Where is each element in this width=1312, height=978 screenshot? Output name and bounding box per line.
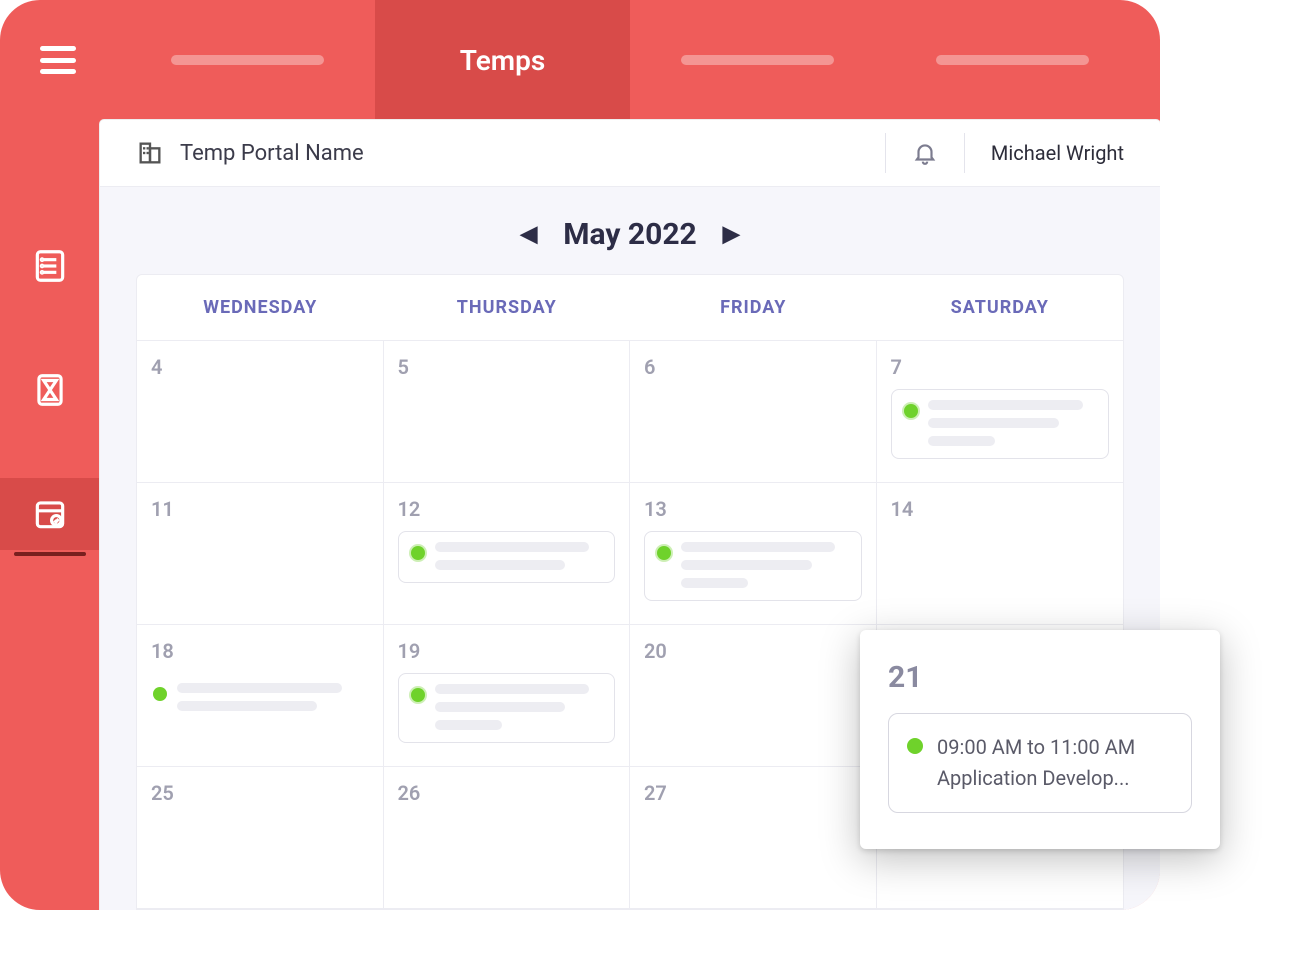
day-number: 7 bbox=[891, 355, 1110, 379]
day-number: 13 bbox=[644, 497, 862, 521]
divider bbox=[885, 133, 886, 173]
day-cell[interactable]: 19 bbox=[384, 625, 631, 767]
day-number: 14 bbox=[891, 497, 1110, 521]
divider bbox=[964, 133, 965, 173]
dow-header: THURSDAY bbox=[384, 275, 631, 341]
day-cell[interactable]: 4 bbox=[137, 341, 384, 483]
bell-icon[interactable] bbox=[912, 140, 938, 166]
tab-row: Temps bbox=[120, 0, 1140, 120]
event-card[interactable] bbox=[644, 531, 862, 601]
day-cell[interactable]: 12 bbox=[384, 483, 631, 625]
day-number: 25 bbox=[151, 781, 369, 805]
day-cell[interactable]: 25 bbox=[137, 767, 384, 909]
day-cell[interactable]: 14 bbox=[877, 483, 1124, 625]
hourglass-icon bbox=[31, 371, 69, 409]
dow-header: WEDNESDAY bbox=[137, 275, 384, 341]
status-dot-icon bbox=[411, 546, 425, 560]
popout-time: 09:00 AM to 11:00 AM bbox=[937, 732, 1135, 763]
portal-name: Temp Portal Name bbox=[180, 141, 364, 166]
portal-left: Temp Portal Name bbox=[136, 139, 364, 167]
dow-header: SATURDAY bbox=[877, 275, 1124, 341]
status-dot-icon bbox=[657, 546, 671, 560]
day-popout: 21 09:00 AM to 11:00 AM Application Deve… bbox=[860, 630, 1220, 849]
event-placeholder bbox=[928, 400, 1097, 446]
portal-bar: Temp Portal Name Michael Wright bbox=[100, 120, 1160, 187]
event-card[interactable] bbox=[891, 389, 1110, 459]
status-dot-icon bbox=[907, 738, 923, 754]
next-month-icon[interactable]: ▶ bbox=[723, 222, 740, 247]
event-card[interactable] bbox=[398, 531, 616, 583]
tab-temps[interactable]: Temps bbox=[375, 0, 630, 120]
user-name[interactable]: Michael Wright bbox=[991, 141, 1124, 165]
rail-item-calendar[interactable] bbox=[0, 478, 100, 550]
rail-item-list[interactable] bbox=[0, 230, 100, 302]
day-number: 5 bbox=[398, 355, 616, 379]
event-card[interactable] bbox=[398, 673, 616, 743]
status-dot-icon bbox=[411, 688, 425, 702]
day-number: 18 bbox=[151, 639, 369, 663]
popout-title: Application Develop... bbox=[937, 763, 1135, 794]
event-card[interactable] bbox=[151, 673, 369, 723]
day-cell[interactable]: 11 bbox=[137, 483, 384, 625]
day-cell[interactable]: 6 bbox=[630, 341, 877, 483]
topbar: Temps bbox=[0, 0, 1160, 120]
calendar-check-icon bbox=[31, 495, 69, 533]
month-nav: ◀ May 2022 ▶ bbox=[100, 207, 1160, 274]
dow-header: FRIDAY bbox=[630, 275, 877, 341]
event-placeholder bbox=[435, 684, 603, 730]
popout-text: 09:00 AM to 11:00 AM Application Develop… bbox=[937, 732, 1135, 794]
tab-placeholder-1[interactable] bbox=[120, 0, 375, 120]
event-placeholder bbox=[177, 683, 357, 711]
week-row: 11 12 13 14 bbox=[137, 483, 1123, 625]
day-cell[interactable]: 26 bbox=[384, 767, 631, 909]
month-label: May 2022 bbox=[563, 217, 697, 252]
list-icon bbox=[31, 247, 69, 285]
day-cell[interactable]: 20 bbox=[630, 625, 877, 767]
day-number: 26 bbox=[398, 781, 616, 805]
hamburger-menu-icon[interactable] bbox=[40, 46, 76, 74]
day-number: 6 bbox=[644, 355, 862, 379]
status-dot-icon bbox=[904, 404, 918, 418]
tab-placeholder-3[interactable] bbox=[885, 0, 1140, 120]
day-cell[interactable]: 18 bbox=[137, 625, 384, 767]
prev-month-icon[interactable]: ◀ bbox=[520, 222, 537, 247]
day-number: 11 bbox=[151, 497, 369, 521]
day-number: 27 bbox=[644, 781, 862, 805]
building-icon bbox=[136, 139, 164, 167]
dow-row: WEDNESDAYTHURSDAYFRIDAYSATURDAY bbox=[137, 275, 1123, 341]
rail-item-timesheet[interactable] bbox=[0, 354, 100, 426]
left-rail bbox=[0, 120, 100, 910]
day-number: 12 bbox=[398, 497, 616, 521]
week-row: 4 5 6 7 bbox=[137, 341, 1123, 483]
event-placeholder bbox=[681, 542, 849, 588]
portal-right: Michael Wright bbox=[885, 133, 1124, 173]
day-number: 4 bbox=[151, 355, 369, 379]
tab-temps-label: Temps bbox=[460, 44, 545, 77]
popout-day: 21 bbox=[888, 660, 1192, 695]
event-placeholder bbox=[435, 542, 603, 570]
day-cell[interactable]: 27 bbox=[630, 767, 877, 909]
day-number: 20 bbox=[644, 639, 862, 663]
day-cell[interactable]: 7 bbox=[877, 341, 1124, 483]
day-number: 19 bbox=[398, 639, 616, 663]
day-cell[interactable]: 13 bbox=[630, 483, 877, 625]
status-dot-icon bbox=[153, 687, 167, 701]
popout-event[interactable]: 09:00 AM to 11:00 AM Application Develop… bbox=[888, 713, 1192, 813]
day-cell[interactable]: 5 bbox=[384, 341, 631, 483]
tab-placeholder-2[interactable] bbox=[630, 0, 885, 120]
